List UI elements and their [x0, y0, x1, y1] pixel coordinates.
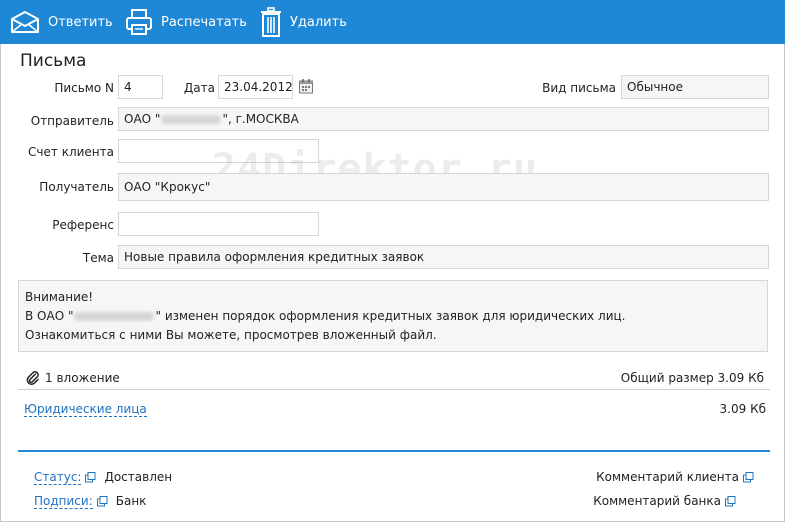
- external-link-icon[interactable]: [96, 495, 108, 507]
- status-row: Статус: Доставлен Комментарий клиента: [34, 468, 754, 486]
- attachments-count: 1 вложение: [18, 371, 120, 385]
- message-line2-prefix: В ОАО ": [25, 309, 74, 323]
- message-line: В ОАО " " изменен порядок оформления кред…: [25, 307, 761, 326]
- attachment-link[interactable]: Юридические лица: [24, 402, 147, 417]
- recipient-field[interactable]: ОАО "Крокус": [118, 173, 769, 201]
- reply-button[interactable]: Ответить: [0, 0, 115, 44]
- status-value: Доставлен: [104, 470, 173, 484]
- bank-comment-label[interactable]: Комментарий банка: [593, 494, 721, 508]
- delete-button[interactable]: Удалить: [250, 0, 360, 44]
- divider: [18, 450, 770, 452]
- letter-no-field[interactable]: 4: [118, 75, 163, 99]
- sender-field[interactable]: ОАО " ", г.МОСКВА: [118, 107, 769, 131]
- print-button[interactable]: Распечатать: [115, 0, 250, 44]
- signatures-link[interactable]: Подписи:: [34, 494, 93, 509]
- sender-prefix: ОАО ": [124, 112, 161, 126]
- date-label: Дата: [183, 81, 215, 95]
- sender-label: Отправитель: [30, 114, 114, 128]
- paperclip-icon: [26, 370, 39, 385]
- reference-label: Референс: [52, 218, 114, 232]
- redacted-bank-name: [161, 115, 222, 124]
- redacted-bank-name: [74, 312, 155, 321]
- trash-icon: [261, 7, 281, 37]
- type-field[interactable]: Обычное: [621, 75, 769, 99]
- signatures-row: Подписи: Банк Комментарий банка: [34, 492, 754, 510]
- attachments-total-size: Общий размер 3.09 Кб: [620, 370, 764, 385]
- printer-icon: [126, 9, 152, 35]
- reference-field[interactable]: [118, 212, 319, 236]
- status-link[interactable]: Статус:: [34, 470, 82, 485]
- message-line: Внимание!: [25, 290, 94, 304]
- message-body: Внимание! В ОАО " " изменен порядок оформ…: [18, 280, 768, 352]
- page-title: Письма: [20, 51, 87, 71]
- message-line: Ознакомиться с ними Вы можете, просмотре…: [25, 328, 437, 342]
- envelope-icon: [11, 11, 39, 33]
- attachments-header: 1 вложение Общий размер 3.09 Кб: [18, 366, 770, 390]
- message-line2-suffix: " изменен порядок оформления кредитных з…: [155, 309, 626, 323]
- external-link-icon[interactable]: [725, 495, 736, 507]
- client-comment-label[interactable]: Комментарий клиента: [596, 470, 739, 484]
- external-link-icon[interactable]: [743, 471, 754, 483]
- recipient-label: Получатель: [39, 180, 114, 194]
- attachment-size: 3.09 Кб: [719, 402, 766, 416]
- subject-label: Тема: [82, 251, 114, 265]
- reply-label: Ответить: [48, 14, 113, 30]
- external-link-icon[interactable]: [85, 471, 96, 483]
- letter-no-label: Письмо N: [54, 81, 114, 95]
- delete-label: Удалить: [290, 14, 347, 30]
- client-account-label: Счет клиента: [28, 145, 114, 159]
- attachments-count-label: 1 вложение: [45, 370, 120, 385]
- subject-field[interactable]: Новые правила оформления кредитных заяво…: [118, 245, 769, 269]
- list-item: Юридические лица 3.09 Кб: [24, 400, 766, 418]
- calendar-icon[interactable]: [298, 78, 314, 94]
- signatures-value: Банк: [115, 494, 147, 508]
- toolbar: Ответить Распечатать Удалить: [0, 0, 785, 44]
- date-field[interactable]: 23.04.2012: [218, 75, 293, 99]
- sender-suffix: ", г.МОСКВА: [222, 112, 299, 126]
- type-label: Вид письма: [542, 81, 616, 95]
- print-label: Распечатать: [161, 14, 247, 30]
